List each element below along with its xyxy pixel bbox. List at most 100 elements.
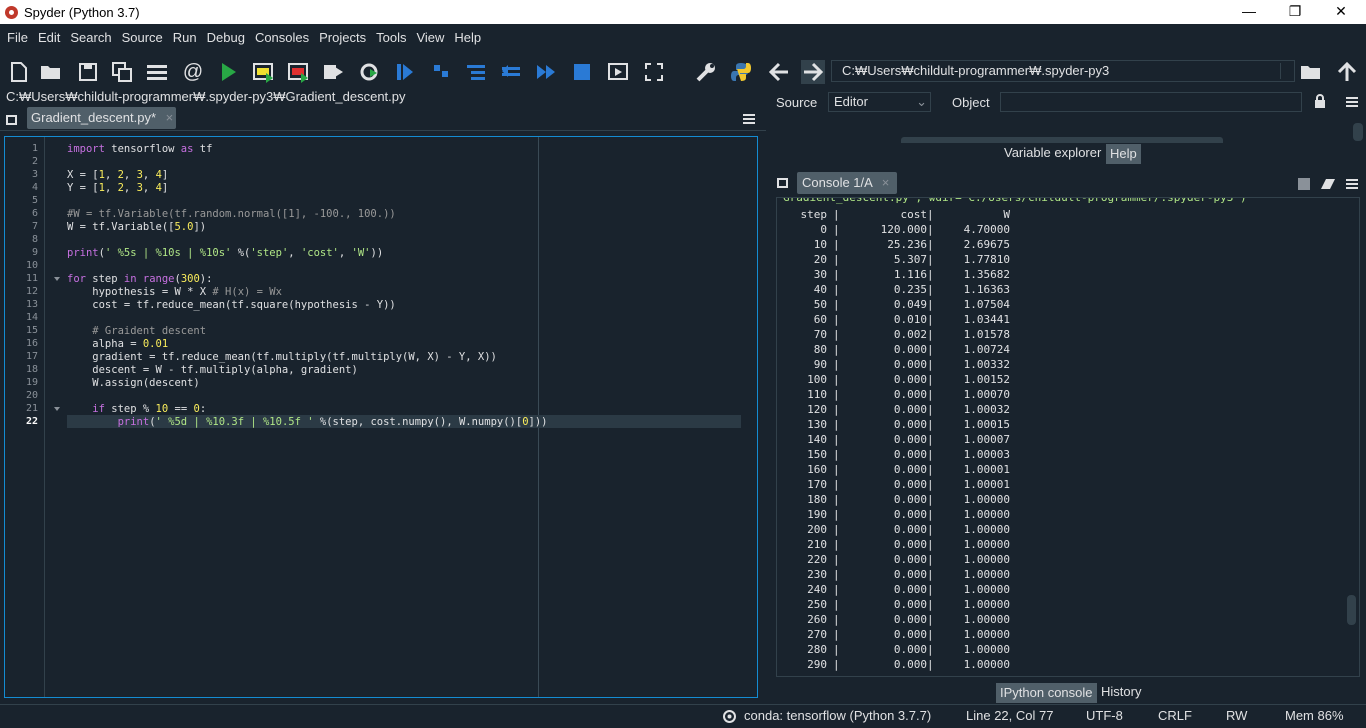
wrench-icon[interactable] bbox=[694, 60, 718, 84]
code-line: cost = tf.reduce_mean(tf.square(hypothes… bbox=[67, 299, 396, 311]
minimize-icon[interactable]: — bbox=[1226, 0, 1272, 24]
console-step: 210 bbox=[807, 538, 827, 551]
at-icon[interactable]: @ bbox=[181, 60, 205, 84]
rerun-icon[interactable] bbox=[357, 60, 381, 84]
line-number: 22 bbox=[25, 416, 38, 427]
console-menu-icon[interactable] bbox=[1346, 179, 1358, 189]
console-w: 1.00000 bbox=[963, 643, 1010, 656]
console-separator: | bbox=[927, 568, 934, 581]
editor-menu-icon[interactable] bbox=[743, 114, 755, 124]
chevron-down-icon[interactable] bbox=[1280, 63, 1292, 79]
code-line: print(' %5d | %10.3f | %10.5f ' %(step, … bbox=[117, 416, 548, 428]
fold-arrow-icon[interactable] bbox=[54, 407, 60, 411]
menu-tools[interactable]: Tools bbox=[371, 30, 411, 45]
tab-help[interactable]: Help bbox=[1106, 144, 1141, 164]
menu-source[interactable]: Source bbox=[117, 30, 168, 45]
lock-icon[interactable] bbox=[1314, 94, 1326, 111]
console-separator: | bbox=[833, 538, 840, 551]
code-line: import tensorflow as tf bbox=[67, 143, 213, 155]
menu-projects[interactable]: Projects bbox=[314, 30, 371, 45]
console-row: 290 | 0.000 | 1.00000 bbox=[777, 658, 1359, 673]
restore-icon[interactable]: ❐ bbox=[1272, 0, 1318, 24]
working-directory-combobox[interactable]: C:₩Users₩childult-programmer₩.spyder-py3 bbox=[831, 60, 1295, 82]
console-separator: | bbox=[927, 298, 934, 311]
stop-kernel-icon[interactable] bbox=[1298, 178, 1310, 190]
menu-help[interactable]: Help bbox=[449, 30, 486, 45]
line-number: 15 bbox=[25, 325, 38, 336]
console-output[interactable]: Gradient_descent.py', wdir='C:/Users/chi… bbox=[776, 197, 1360, 677]
new-file-icon[interactable] bbox=[6, 60, 30, 84]
chevron-down-icon[interactable]: ⌄ bbox=[916, 93, 927, 111]
menu-run[interactable]: Run bbox=[168, 30, 202, 45]
console-step: 80 bbox=[813, 343, 827, 356]
console-separator: | bbox=[927, 613, 934, 626]
open-folder-icon[interactable] bbox=[39, 60, 63, 84]
menu-file[interactable]: File bbox=[2, 30, 33, 45]
debug-icon[interactable] bbox=[393, 60, 417, 84]
menu-consoles[interactable]: Consoles bbox=[250, 30, 314, 45]
console-step: 60 bbox=[813, 313, 827, 326]
code-editor[interactable]: 1 import tensorflow as tf 2 3 X = [1, 2, 3, … bbox=[4, 136, 758, 698]
status-memory: Mem 86% bbox=[1285, 708, 1344, 723]
console-separator: | bbox=[833, 478, 840, 491]
console-separator: | bbox=[927, 253, 934, 266]
help-menu-icon[interactable] bbox=[1346, 97, 1358, 107]
back-icon[interactable] bbox=[767, 60, 791, 84]
help-scrollbar[interactable] bbox=[1353, 123, 1363, 141]
step-into-icon[interactable] bbox=[464, 60, 488, 84]
parent-dir-icon[interactable] bbox=[1335, 60, 1359, 84]
menu-debug[interactable]: Debug bbox=[202, 30, 250, 45]
maximize-icon[interactable] bbox=[606, 60, 630, 84]
console-cost: 0.235 bbox=[893, 283, 927, 296]
run-icon[interactable] bbox=[216, 60, 240, 84]
list-icon[interactable] bbox=[145, 60, 169, 84]
menu-search[interactable]: Search bbox=[65, 30, 116, 45]
save-all-icon[interactable] bbox=[110, 60, 134, 84]
code-line: hypothesis = W * X # H(x) = Wx bbox=[67, 286, 282, 298]
continue-icon[interactable] bbox=[534, 60, 558, 84]
code-line: W = tf.Variable([5.0]) bbox=[67, 221, 207, 233]
close-tab-icon[interactable]: × bbox=[882, 175, 890, 190]
close-tab-icon[interactable]: × bbox=[166, 110, 174, 125]
pane-options-icon[interactable] bbox=[777, 178, 788, 188]
console-row: 120 | 0.000 | 1.00032 bbox=[777, 403, 1359, 418]
code-line: descent = W - tf.multiply(alpha, gradien… bbox=[67, 364, 358, 376]
line-number: 3 bbox=[31, 169, 38, 180]
console-step: 70 bbox=[813, 328, 827, 341]
close-icon[interactable]: ✕ bbox=[1318, 0, 1364, 24]
console-scrollbar[interactable] bbox=[1347, 595, 1356, 625]
tab-ipython-console[interactable]: IPython console bbox=[996, 683, 1097, 703]
run-cell-icon[interactable] bbox=[251, 60, 275, 84]
console-cost: 1.116 bbox=[893, 268, 927, 281]
forward-icon[interactable] bbox=[801, 60, 825, 84]
source-select[interactable]: Editor ⌄ bbox=[828, 92, 931, 112]
console-separator: | bbox=[927, 388, 934, 401]
tab-gradient-descent[interactable]: Gradient_descent.py* × bbox=[27, 107, 176, 129]
step-icon[interactable] bbox=[429, 60, 453, 84]
python-icon[interactable] bbox=[729, 60, 753, 84]
code-line: gradient = tf.reduce_mean(tf.multiply(tf… bbox=[67, 351, 497, 363]
fullscreen-icon[interactable] bbox=[642, 60, 666, 84]
object-input[interactable] bbox=[1000, 92, 1302, 112]
browse-folder-icon[interactable] bbox=[1299, 60, 1323, 84]
tab-console[interactable]: Console 1/A × bbox=[797, 172, 897, 194]
object-label: Object bbox=[952, 95, 990, 110]
stop-icon[interactable] bbox=[570, 60, 594, 84]
console-w: 1.00152 bbox=[963, 373, 1010, 386]
console-w: 1.00000 bbox=[963, 568, 1010, 581]
menu-view[interactable]: View bbox=[411, 30, 449, 45]
run-selection-icon[interactable] bbox=[321, 60, 345, 84]
fold-arrow-icon[interactable] bbox=[54, 277, 60, 281]
console-cost: 0.000 bbox=[893, 523, 927, 536]
tab-variable-explorer[interactable]: Variable explorer bbox=[1000, 143, 1106, 163]
save-icon[interactable] bbox=[76, 60, 100, 84]
menu-edit[interactable]: Edit bbox=[33, 30, 65, 45]
console-w: 1.16363 bbox=[963, 283, 1010, 296]
eraser-icon[interactable] bbox=[1320, 178, 1336, 193]
console-cut-line: Gradient_descent.py', wdir='C:/Users/chi… bbox=[783, 197, 1247, 204]
tab-history[interactable]: History bbox=[1097, 682, 1145, 702]
step-return-icon[interactable] bbox=[499, 60, 523, 84]
line-number: 14 bbox=[25, 312, 38, 323]
run-cell-advance-icon[interactable] bbox=[286, 60, 310, 84]
pane-options-icon[interactable] bbox=[6, 115, 17, 125]
